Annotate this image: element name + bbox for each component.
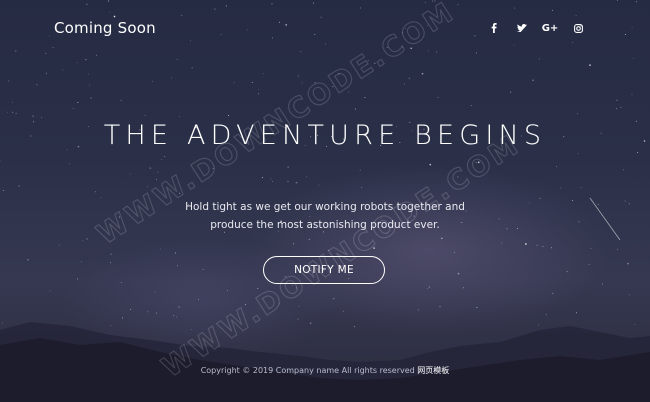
template-link[interactable]: 网页模板 (417, 366, 449, 375)
twitter-link[interactable] (508, 20, 536, 36)
hero-headline: THE ADVENTURE BEGINS (103, 120, 547, 151)
instagram-link[interactable] (564, 20, 592, 36)
hero-tagline: Hold tight as we get our working robots … (0, 198, 650, 234)
google-plus-link[interactable]: G+ (536, 20, 564, 36)
notify-me-button[interactable]: NOTIFY ME (263, 256, 385, 284)
instagram-icon (573, 23, 583, 33)
brand-logo[interactable]: Coming Soon (54, 19, 156, 37)
footer-copyright: Copyright © 2019 Company name All rights… (0, 365, 650, 376)
twitter-icon (517, 24, 527, 32)
copyright-text: Copyright © 2019 Company name All rights… (200, 366, 418, 375)
tagline-line-2: produce the most astonishing product eve… (210, 219, 440, 231)
social-links: G+ (480, 20, 592, 36)
facebook-link[interactable] (480, 20, 508, 36)
google-plus-icon: G+ (541, 22, 559, 34)
facebook-icon (491, 23, 497, 33)
tagline-line-1: Hold tight as we get our working robots … (185, 201, 465, 213)
